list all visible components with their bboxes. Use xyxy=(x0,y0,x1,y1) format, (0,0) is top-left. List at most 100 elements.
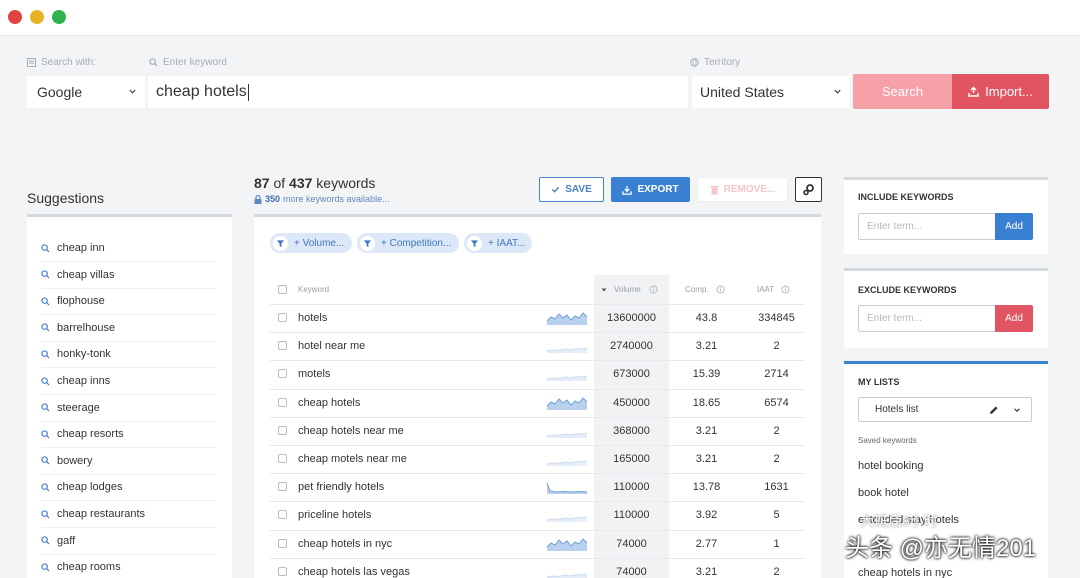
row-divider xyxy=(270,445,804,446)
column-header-comp[interactable]: Comp. xyxy=(685,285,725,294)
remove-button[interactable]: REMOVE... xyxy=(697,177,788,202)
close-window-button[interactable] xyxy=(8,10,22,24)
saved-keyword-item[interactable]: book hotel xyxy=(858,487,909,499)
row-checkbox[interactable] xyxy=(278,425,287,435)
exclude-add-button[interactable]: Add xyxy=(995,305,1033,332)
include-add-button[interactable]: Add xyxy=(995,213,1033,240)
row-divider xyxy=(270,557,804,559)
save-button[interactable]: SAVE xyxy=(539,177,604,202)
filter-competition[interactable]: + Competition... xyxy=(357,233,459,253)
suggestion-item[interactable]: honky-tonk xyxy=(41,341,216,369)
search-icon xyxy=(41,270,50,279)
suggestion-item[interactable]: bowery xyxy=(41,448,216,475)
suggestion-item[interactable]: barrelhouse xyxy=(41,315,216,342)
comp-cell: 3.21 xyxy=(695,453,718,465)
settings-button[interactable] xyxy=(795,177,822,202)
minimize-window-button[interactable] xyxy=(30,10,44,24)
suggestion-label: cheap resorts xyxy=(57,428,124,441)
row-checkbox[interactable] xyxy=(278,538,287,548)
keyword-input[interactable]: cheap hotels xyxy=(148,76,688,108)
comp-cell: 13.78 xyxy=(692,481,721,494)
search-icon xyxy=(149,58,158,67)
volume-cell: 74000 xyxy=(616,565,647,578)
suggestion-label: steerage xyxy=(57,401,100,414)
territory-select[interactable]: United States xyxy=(692,76,850,108)
row-checkbox[interactable] xyxy=(278,341,287,351)
suggestion-label: cheap villas xyxy=(57,268,115,281)
suggestion-item[interactable]: flophouse xyxy=(41,288,216,316)
more-keywords-link[interactable]: 350 more keywords available... xyxy=(254,194,390,204)
pencil-icon[interactable] xyxy=(989,405,999,415)
trend-sparkline xyxy=(546,347,588,354)
search-icon xyxy=(41,403,50,412)
trend-sparkline xyxy=(546,396,588,410)
saved-keyword-item[interactable]: cheap hotels in nyc xyxy=(858,567,952,578)
search-icon xyxy=(41,243,50,253)
saved-keyword-item[interactable]: hotel booking xyxy=(858,460,923,472)
row-checkbox[interactable] xyxy=(278,313,287,322)
row-checkbox[interactable] xyxy=(278,397,287,407)
row-divider xyxy=(270,473,804,475)
import-button[interactable]: Import... xyxy=(952,74,1049,109)
suggestion-item[interactable]: cheap inn xyxy=(41,235,216,262)
suggestion-item[interactable]: cheap rooms xyxy=(41,554,216,578)
include-term-input[interactable]: Enter term... xyxy=(858,213,995,240)
list-select[interactable]: Hotels list xyxy=(858,397,1032,422)
iaat-cell: 2714 xyxy=(764,368,789,381)
filter-iaat[interactable]: + IAAT... xyxy=(464,233,532,253)
trend-sparkline xyxy=(546,573,588,578)
suggestion-item[interactable]: steerage xyxy=(41,395,216,422)
trash-icon xyxy=(710,185,719,194)
suggestion-label: cheap rooms xyxy=(57,561,121,574)
search-button[interactable]: Search xyxy=(853,74,952,109)
iaat-cell: 2 xyxy=(773,565,780,578)
row-checkbox[interactable] xyxy=(278,510,287,520)
suggestion-item[interactable]: cheap inns xyxy=(41,368,216,395)
suggestion-item[interactable]: cheap resorts xyxy=(41,421,216,449)
suggestion-item[interactable]: cheap restaurants xyxy=(41,501,216,528)
keyword-cell: priceline hotels xyxy=(298,509,372,522)
list-icon xyxy=(27,58,36,67)
chevron-down-icon xyxy=(1014,408,1020,413)
trend-sparkline xyxy=(546,375,588,382)
search-engine-select[interactable]: Google xyxy=(27,76,145,108)
search-icon xyxy=(41,563,50,572)
row-checkbox[interactable] xyxy=(278,369,287,379)
volume-cell: 74000 xyxy=(616,537,647,550)
iaat-cell: 2 xyxy=(773,424,780,437)
exclude-term-input[interactable]: Enter term... xyxy=(858,305,995,332)
filter-volume[interactable]: + Volume... xyxy=(270,233,352,253)
row-checkbox[interactable] xyxy=(278,566,287,576)
maximize-window-button[interactable] xyxy=(52,10,66,24)
chevron-down-icon xyxy=(834,89,841,94)
volume-cell: 13600000 xyxy=(607,312,656,324)
suggestions-title: Suggestions xyxy=(27,190,105,206)
suggestion-label: cheap inns xyxy=(57,375,111,387)
suggestion-label: barrelhouse xyxy=(57,321,116,334)
column-header-keyword[interactable]: Keyword xyxy=(298,285,329,294)
search-icon xyxy=(41,536,50,545)
suggestion-item[interactable]: cheap villas xyxy=(41,262,216,289)
territory-label: Territory xyxy=(690,57,740,68)
export-button[interactable]: EXPORT xyxy=(611,177,690,202)
watermark: 头条 @亦无情201 xyxy=(845,535,1037,562)
column-header-iaat[interactable]: IAAT xyxy=(757,285,790,294)
column-header-volume[interactable]: Volume xyxy=(601,285,658,294)
trend-sparkline xyxy=(546,312,588,325)
row-checkbox[interactable] xyxy=(278,482,287,492)
check-icon xyxy=(552,186,560,193)
comp-cell: 3.21 xyxy=(695,565,718,578)
row-divider xyxy=(270,416,804,418)
trend-sparkline xyxy=(546,460,588,466)
search-icon xyxy=(41,376,50,386)
select-all-checkbox[interactable] xyxy=(278,285,287,294)
comp-cell: 18.65 xyxy=(692,396,721,409)
filter-icon xyxy=(273,235,288,251)
row-divider xyxy=(270,388,804,390)
row-checkbox[interactable] xyxy=(278,454,287,463)
suggestion-label: cheap lodges xyxy=(57,481,123,494)
suggestion-item[interactable]: cheap lodges xyxy=(41,474,216,502)
suggestion-item[interactable]: gaff xyxy=(41,528,216,555)
iaat-cell: 1631 xyxy=(764,481,789,494)
search-icon xyxy=(41,509,50,519)
